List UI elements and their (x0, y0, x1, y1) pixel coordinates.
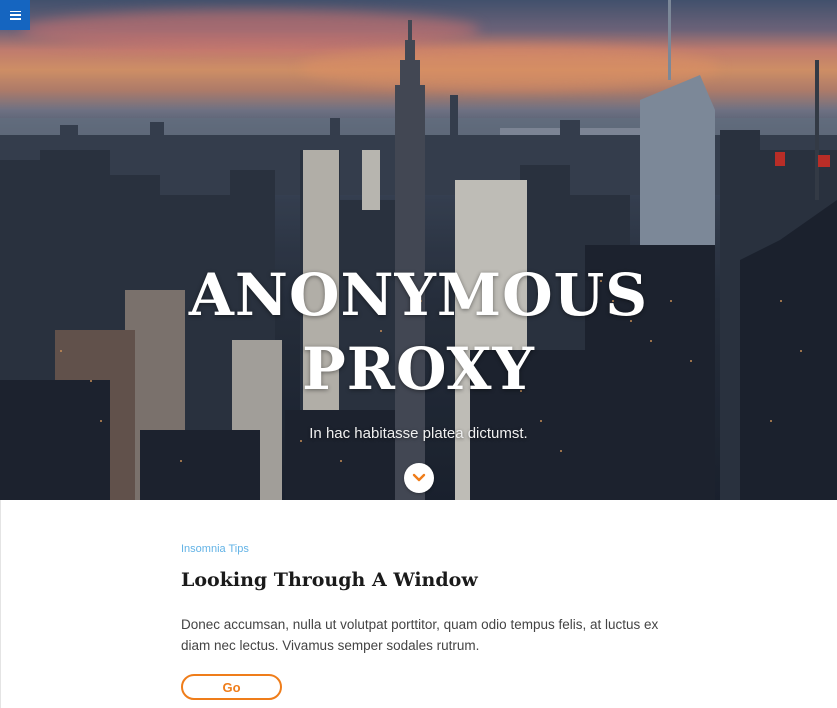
hero-title-line2: PROXY (302, 335, 535, 403)
chevron-down-icon (412, 473, 426, 482)
post-card: Insomnia Tips Looking Through A Window D… (181, 540, 671, 700)
post-category-link[interactable]: Insomnia Tips (181, 540, 671, 558)
page: ANONYMOUS PROXY In hac habitasse platea … (0, 0, 837, 708)
post-excerpt: Donec accumsan, nulla ut volutpat portti… (181, 617, 659, 653)
scroll-down-button[interactable] (404, 463, 434, 493)
hamburger-menu-icon (9, 10, 21, 20)
go-button[interactable]: Go (181, 674, 282, 700)
hero-title-line1: ANONYMOUS (188, 261, 649, 329)
hero-title: ANONYMOUS PROXY (0, 258, 837, 406)
hero-banner: ANONYMOUS PROXY In hac habitasse platea … (0, 0, 837, 500)
hero-subtitle: In hac habitasse platea dictumst. (309, 425, 528, 442)
menu-button[interactable] (0, 0, 30, 30)
post-title[interactable]: Looking Through A Window (181, 566, 671, 594)
page-border (0, 500, 1, 708)
